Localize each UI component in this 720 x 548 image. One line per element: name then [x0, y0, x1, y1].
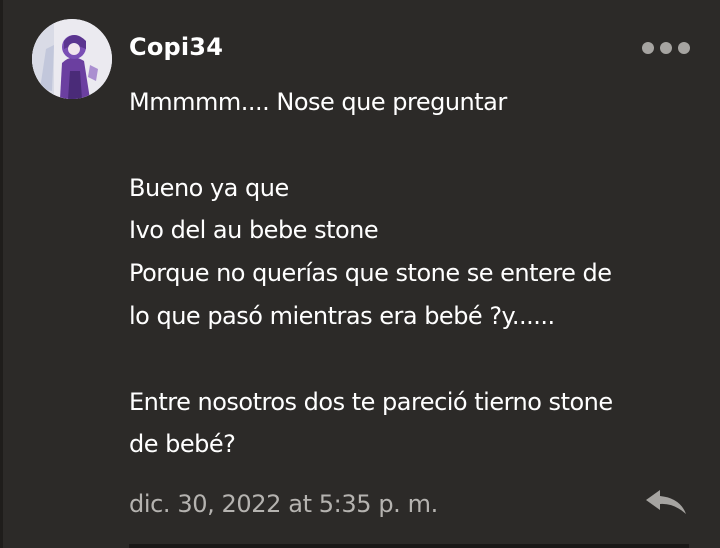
comment-timestamp: dic. 30, 2022 at 5:35 p. m.: [129, 490, 438, 518]
message-line: lo que pasó mientras era bebé ?y......: [129, 301, 555, 330]
more-dot: [678, 42, 690, 54]
message-line: Mmmmm.... Nose que preguntar: [129, 88, 507, 116]
comment-message: Mmmmm.... Nose que preguntar Bueno ya qu…: [129, 81, 709, 466]
left-edge-divider: [0, 0, 3, 548]
user-avatar[interactable]: [32, 19, 112, 99]
reply-arrow-icon: [646, 490, 686, 514]
more-dot: [660, 42, 672, 54]
message-line: Ivo del au bebe stone: [129, 216, 379, 245]
message-line: [129, 124, 709, 167]
more-dot: [642, 42, 654, 54]
message-line: Porque no querías que stone se entere de: [129, 259, 612, 288]
message-line: Entre nosotros dos te pareció tierno sto…: [129, 387, 613, 416]
comment-username[interactable]: Copi34: [129, 33, 223, 61]
comment-divider: [129, 544, 689, 548]
avatar-image: [32, 19, 112, 99]
message-line: [129, 338, 709, 381]
more-options-icon[interactable]: [642, 38, 690, 58]
message-line: de bebé?: [129, 430, 236, 459]
reply-icon[interactable]: [642, 486, 690, 518]
message-line: Bueno ya que: [129, 173, 289, 202]
